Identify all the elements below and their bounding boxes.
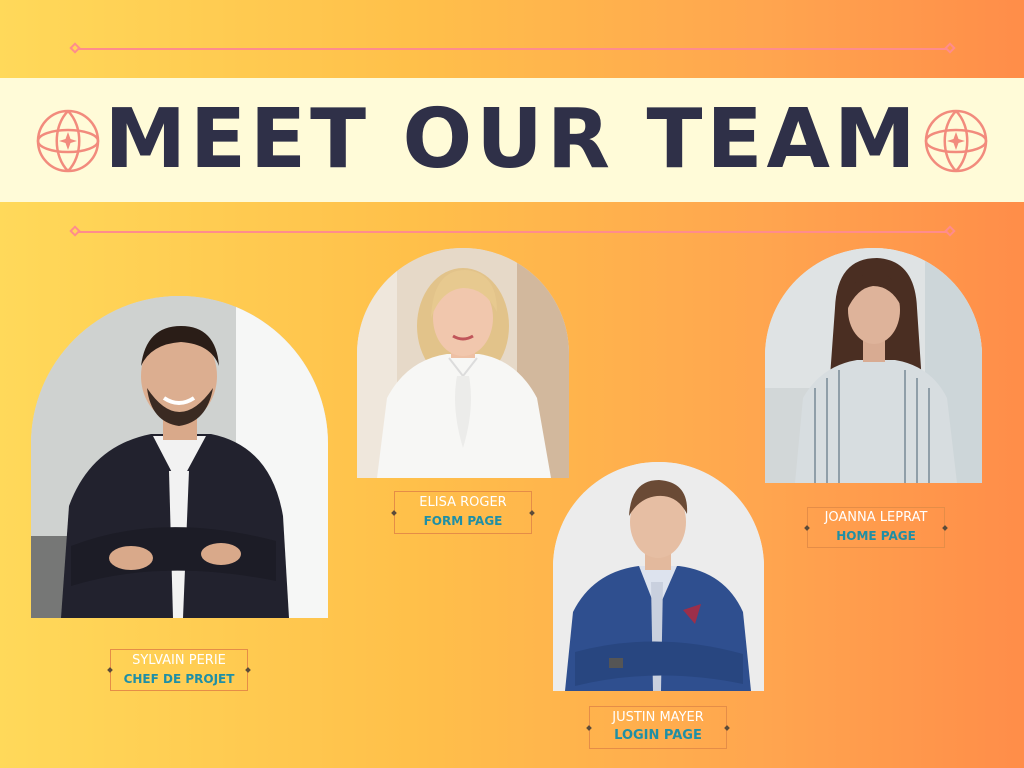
globe-icon — [36, 109, 100, 173]
member-name: JOANNA LEPRAT — [824, 510, 928, 525]
member-role: HOME PAGE — [836, 529, 916, 543]
name-tag-justin: JUSTIN MAYER LOGIN PAGE — [586, 706, 730, 749]
team-photo-elisa — [357, 248, 569, 478]
name-tag-elisa: ELISA ROGER FORM PAGE — [391, 491, 535, 534]
diamond-icon — [944, 42, 956, 54]
bottom-divider-line — [69, 225, 956, 239]
name-tag-sylvain: SYLVAIN PERIE CHEF DE PROJET — [107, 649, 251, 691]
team-photo-joanna — [765, 248, 982, 483]
top-divider-line — [69, 42, 956, 56]
team-photo-sylvain — [31, 296, 328, 618]
globe-icon — [924, 109, 988, 173]
member-name: SYLVAIN PERIE — [132, 653, 226, 668]
title-banner: MEET OUR TEAM — [0, 78, 1024, 202]
diamond-icon — [69, 42, 81, 54]
member-name: ELISA ROGER — [419, 495, 507, 510]
name-tag-joanna: JOANNA LEPRAT HOME PAGE — [804, 507, 948, 548]
member-role: LOGIN PAGE — [614, 728, 702, 743]
member-role: FORM PAGE — [423, 514, 503, 528]
diamond-icon — [944, 225, 956, 237]
member-name: JUSTIN MAYER — [612, 710, 704, 725]
page-title: MEET OUR TEAM — [104, 92, 920, 187]
member-role: CHEF DE PROJET — [123, 672, 235, 686]
diamond-icon — [69, 225, 81, 237]
team-photo-justin — [553, 462, 764, 691]
